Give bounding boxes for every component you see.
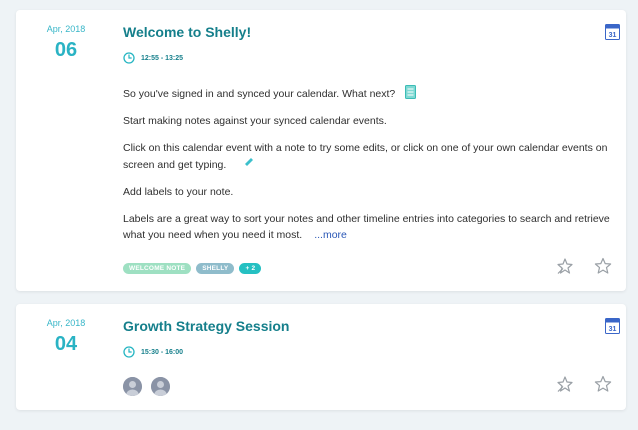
event-time-text: 15:30 - 16:00 — [141, 348, 184, 356]
note-paragraph: Add labels to your note. — [123, 186, 234, 198]
calendar-icon-number: 31 — [609, 326, 617, 333]
label-tag[interactable]: SHELLY — [196, 263, 235, 274]
attendee-list — [123, 377, 170, 396]
event-time-text: 12:55 - 13:25 — [141, 54, 184, 62]
event-day: 04 — [54, 333, 78, 355]
star-icon[interactable] — [594, 257, 612, 275]
note-paragraph: Start making notes against your synced c… — [123, 115, 387, 127]
event-card[interactable]: Apr, 2018 04 Growth Strategy Session 15:… — [16, 304, 626, 410]
event-date: Apr, 2018 06 — [30, 10, 102, 62]
card-actions — [556, 375, 612, 393]
calendar-icon-number: 31 — [609, 32, 617, 39]
label-list: WELCOME NOTE SHELLY + 2 — [123, 263, 262, 274]
label-tag[interactable]: WELCOME NOTE — [123, 263, 192, 274]
note-paragraph: Labels are a great way to sort your note… — [123, 213, 610, 241]
card-actions — [556, 257, 612, 275]
notepad-icon — [405, 85, 417, 99]
event-card[interactable]: Apr, 2018 06 Welcome to Shelly! 12:55 - … — [16, 10, 626, 291]
star-icon[interactable] — [594, 375, 612, 393]
avatar[interactable] — [151, 377, 170, 396]
note-paragraph: So you've signed in and synced your cale… — [123, 85, 618, 102]
person-icon — [123, 377, 142, 396]
event-month: Apr, 2018 — [46, 318, 86, 328]
pin-icon[interactable] — [556, 375, 574, 393]
google-calendar-icon[interactable]: 31 — [605, 317, 620, 334]
event-time: 12:55 - 13:25 — [123, 52, 183, 64]
event-title[interactable]: Welcome to Shelly! — [123, 24, 251, 40]
person-icon — [151, 377, 170, 396]
event-title[interactable]: Growth Strategy Session — [123, 318, 289, 334]
more-labels-tag[interactable]: + 2 — [239, 263, 262, 274]
avatar[interactable] — [123, 377, 142, 396]
more-link[interactable]: ...more — [314, 229, 347, 241]
note-body[interactable]: So you've signed in and synced your cale… — [123, 85, 618, 254]
google-calendar-icon[interactable]: 31 — [605, 23, 620, 40]
pen-icon — [245, 158, 254, 166]
note-paragraph: Click on this calendar event with a note… — [123, 142, 608, 171]
event-date: Apr, 2018 04 — [30, 304, 102, 356]
pin-icon[interactable] — [556, 257, 574, 275]
event-day: 06 — [54, 39, 78, 61]
clock-icon — [123, 346, 135, 358]
event-time: 15:30 - 16:00 — [123, 346, 183, 358]
event-month: Apr, 2018 — [46, 24, 86, 34]
clock-icon — [123, 52, 135, 64]
